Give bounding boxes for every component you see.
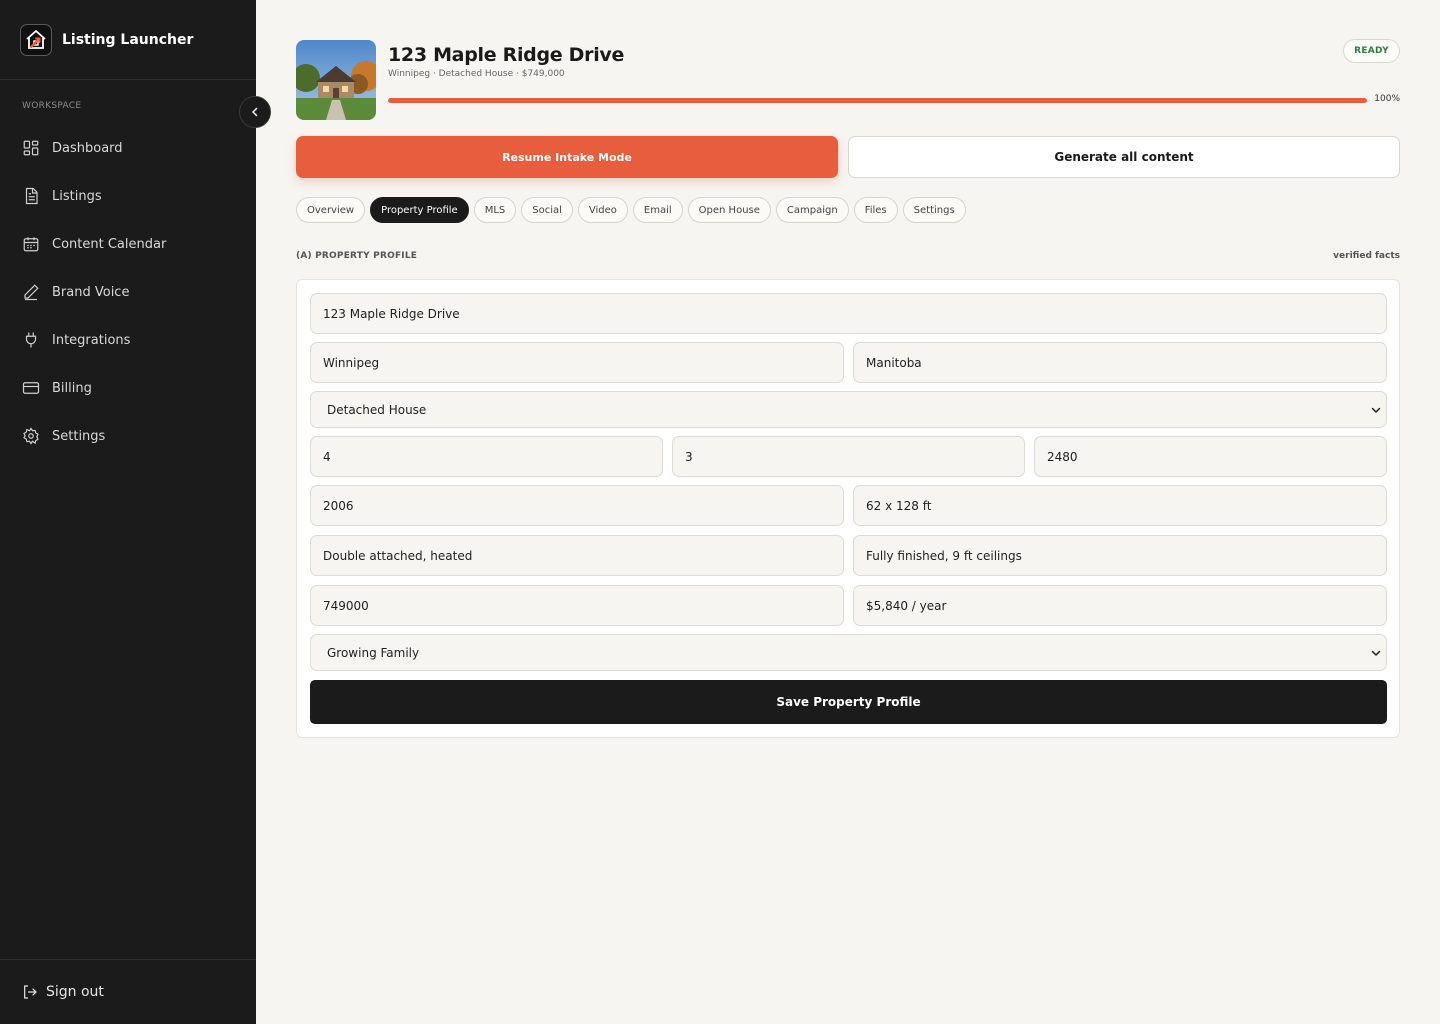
sidebar-item-billing[interactable]: Billing [0,364,256,412]
tab-social[interactable]: Social [521,197,573,223]
brand-logo-icon [20,23,52,56]
garage-field[interactable] [310,535,844,576]
tab-open-house[interactable]: Open House [687,197,771,223]
bedrooms-field[interactable] [310,436,663,477]
sidebar-item-label: Dashboard [52,140,123,156]
chevron-left-icon [252,107,258,117]
sidebar-item-content-calendar[interactable]: Content Calendar [0,220,256,268]
app-name: Listing Launcher [62,31,194,48]
plug-icon [25,332,37,348]
price-field[interactable] [310,585,844,626]
tab-mls[interactable]: MLS [473,197,517,223]
main-content: 123 Maple Ridge Drive Winnipeg · Detache… [296,39,1400,738]
city-field[interactable] [310,342,844,383]
sidebar-item-settings[interactable]: Settings [0,412,256,460]
generate-all-button[interactable]: Generate all content [848,136,1400,178]
page-title: 123 Maple Ridge Drive [388,44,625,66]
collapse-sidebar-button[interactable] [239,96,271,128]
listing-subtitle: Winnipeg · Detached House · $749,000 [388,69,565,79]
sidebar-item-label: Integrations [52,332,131,348]
sidebar-item-label: Brand Voice [52,284,130,300]
sidebar: Listing Launcher WORKSPACE Dashboard Lis… [0,0,256,1024]
tab-files[interactable]: Files [853,197,898,223]
workspace-label: WORKSPACE [22,101,82,111]
listing-header: 123 Maple Ridge Drive Winnipeg · Detache… [296,39,1400,120]
tab-campaign[interactable]: Campaign [775,197,849,223]
progress-label: 100% [1374,94,1400,104]
tab-bar: Overview Property Profile MLS Social Vid… [296,197,966,223]
gear-icon [23,427,39,445]
status-badge: READY [1343,39,1400,63]
address-field[interactable] [310,293,1387,334]
sidebar-item-dashboard[interactable]: Dashboard [0,124,256,172]
action-bar: Resume Intake Mode Generate all content [296,136,1400,178]
sidebar-item-label: Settings [52,428,106,444]
sidebar-item-brand-voice[interactable]: Brand Voice [0,268,256,316]
dashboard-icon [23,140,39,156]
progress-bar [388,98,1367,103]
lot-size-field[interactable] [853,485,1387,526]
credit-card-icon [22,382,40,394]
bathrooms-field[interactable] [672,436,1025,477]
tab-video[interactable]: Video [577,197,628,223]
document-icon [25,187,38,205]
tab-settings[interactable]: Settings [902,197,966,223]
pen-icon [24,284,39,301]
sidebar-item-listings[interactable]: Listings [0,172,256,220]
save-property-profile-button[interactable]: Save Property Profile [310,680,1387,724]
sign-out-icon [24,985,37,999]
taxes-field[interactable] [853,585,1387,626]
calendar-icon [23,237,39,252]
tab-property-profile[interactable]: Property Profile [370,197,469,223]
property-thumbnail[interactable] [296,40,376,120]
year-built-field[interactable] [310,485,844,526]
sidebar-nav: Dashboard Listings Content Calendar Bran… [0,124,256,460]
sign-out-label: Sign out [46,984,104,1000]
sidebar-item-label: Content Calendar [52,236,167,252]
tab-overview[interactable]: Overview [296,197,366,223]
province-field[interactable] [853,342,1387,383]
sidebar-item-label: Listings [52,188,102,204]
property-type-select[interactable]: Detached House [310,391,1387,428]
sign-out-button[interactable]: Sign out [0,959,256,1024]
brand[interactable]: Listing Launcher [0,0,256,80]
tab-email[interactable]: Email [632,197,683,223]
square-feet-field[interactable] [1034,436,1387,477]
progress-fill [388,98,1367,103]
sidebar-item-label: Billing [52,380,92,396]
resume-intake-button[interactable]: Resume Intake Mode [296,136,838,178]
section-title: (A) PROPERTY PROFILE [296,251,418,261]
section-note: verified facts [1333,251,1400,261]
target-buyer-select[interactable]: Growing Family [310,634,1387,671]
property-profile-form: Detached House Growing Family Save Prope… [296,279,1400,738]
basement-field[interactable] [853,535,1387,576]
sidebar-item-integrations[interactable]: Integrations [0,316,256,364]
